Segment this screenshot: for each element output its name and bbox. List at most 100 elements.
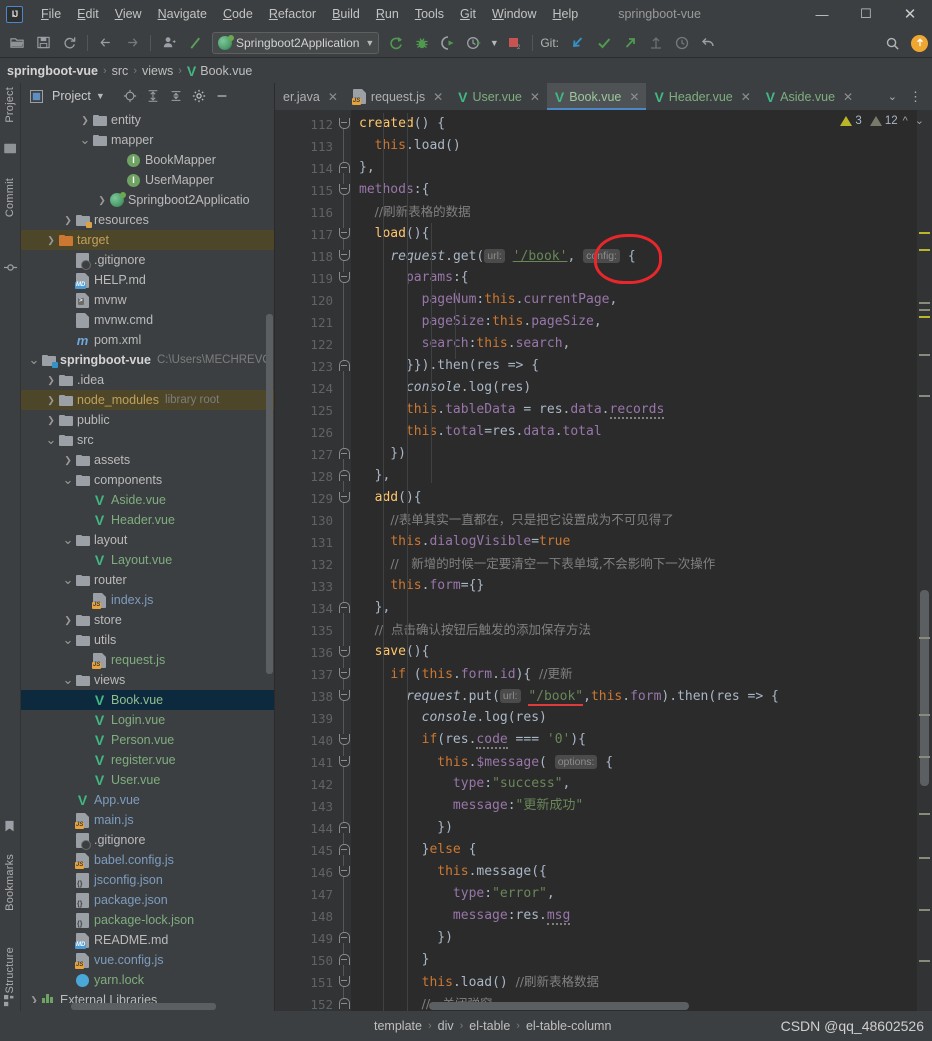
tree-node-app-vue[interactable]: V App.vue — [21, 790, 274, 810]
fold-cell[interactable] — [337, 223, 351, 245]
chevron-right-icon[interactable]: ❯ — [79, 115, 91, 126]
close-tab-icon[interactable]: ✕ — [741, 90, 751, 104]
fold-cell[interactable] — [337, 487, 351, 509]
fold-region-end-icon[interactable] — [338, 998, 350, 1009]
chevron-right-icon[interactable]: ❯ — [62, 615, 74, 626]
fold-cell[interactable] — [337, 927, 351, 949]
line-number[interactable]: 142 — [275, 773, 337, 795]
menu-item-navigate[interactable]: Navigate — [150, 4, 215, 24]
tree-node-jsconfig-json[interactable]: jsconfig.json — [21, 870, 274, 890]
fold-region-start-icon[interactable] — [338, 184, 350, 195]
stop-icon[interactable]: 2 — [502, 31, 526, 55]
chevron-right-icon[interactable]: ❯ — [45, 415, 57, 426]
line-number[interactable]: 133 — [275, 575, 337, 597]
editor-tab-aside-vue[interactable]: V Aside.vue ✕ — [758, 83, 860, 110]
tree-node-package-json[interactable]: package.json — [21, 890, 274, 910]
fold-region-start-icon[interactable] — [338, 976, 350, 987]
close-button[interactable]: ✕ — [888, 0, 932, 28]
profile-icon[interactable] — [157, 31, 181, 55]
code-folding-column[interactable] — [337, 110, 351, 1011]
chevron-down-icon-run[interactable]: ▼ — [488, 31, 500, 55]
tree-node-main-js[interactable]: JS main.js — [21, 810, 274, 830]
user-avatar-icon[interactable] — [911, 34, 928, 52]
element-crumb-el-table-column[interactable]: el-table-column — [526, 1019, 611, 1033]
run-with-coverage-icon[interactable] — [436, 31, 460, 55]
fold-cell[interactable] — [337, 157, 351, 179]
fold-region-start-icon[interactable] — [338, 690, 350, 701]
line-number[interactable]: 146 — [275, 861, 337, 883]
fold-cell[interactable] — [337, 751, 351, 773]
menu-item-help[interactable]: Help — [544, 4, 586, 24]
tree-node-public[interactable]: ❯ public — [21, 410, 274, 430]
fold-cell[interactable] — [337, 113, 351, 135]
element-crumb-template[interactable]: template — [374, 1019, 422, 1033]
open-folder-icon[interactable] — [5, 31, 29, 55]
update-project-icon[interactable] — [566, 31, 590, 55]
line-number[interactable]: 136 — [275, 641, 337, 663]
close-tab-icon[interactable]: ✕ — [328, 90, 338, 104]
tree-node-register-vue[interactable]: Vregister.vue — [21, 750, 274, 770]
line-number[interactable]: 124 — [275, 377, 337, 399]
project-tree[interactable]: ❯ entity ⌄ mapper I BookMapper I UserMapper ❯ Spr… — [21, 109, 274, 1003]
fold-region-end-icon[interactable] — [338, 602, 350, 613]
tree-node-store[interactable]: ❯ store — [21, 610, 274, 630]
tree-node-login-vue[interactable]: V Login.vue — [21, 710, 274, 730]
menu-item-run[interactable]: Run — [368, 4, 407, 24]
tool-window-project[interactable]: Project — [4, 87, 16, 123]
source-code[interactable]: created() { this.load() }, methods:{ //刷… — [351, 110, 917, 1011]
line-number[interactable]: 144 — [275, 817, 337, 839]
fold-cell[interactable] — [337, 245, 351, 267]
fold-region-start-icon[interactable] — [338, 756, 350, 767]
line-number[interactable]: 138 — [275, 685, 337, 707]
line-number[interactable]: 140 — [275, 729, 337, 751]
tree-node-resources[interactable]: ❯ resources — [21, 210, 274, 230]
line-number[interactable]: 113 — [275, 135, 337, 157]
chevron-down-icon[interactable]: ⌄ — [62, 473, 74, 486]
fold-cell[interactable] — [337, 839, 351, 861]
line-number[interactable]: 151 — [275, 971, 337, 993]
line-number[interactable]: 114 — [275, 157, 337, 179]
element-crumb-div[interactable]: div — [438, 1019, 454, 1033]
fold-cell[interactable] — [337, 443, 351, 465]
fold-cell[interactable] — [337, 685, 351, 707]
settings-gear-icon[interactable] — [189, 86, 210, 107]
tree-node-external-libraries[interactable]: ❯ External Libraries — [21, 990, 274, 1003]
chevron-down-icon[interactable]: ⌄ — [62, 633, 74, 646]
breadcrumb-project[interactable]: springboot-vue — [7, 64, 98, 78]
hide-minus-icon[interactable] — [212, 86, 233, 107]
expand-icon[interactable] — [166, 86, 187, 107]
tree-node-views[interactable]: ⌄ views — [21, 670, 274, 690]
tool-window-bookmarks[interactable]: Bookmarks — [4, 854, 16, 911]
menu-item-git[interactable]: Git — [452, 4, 484, 24]
line-number[interactable]: 117 — [275, 223, 337, 245]
fold-region-end-icon[interactable] — [338, 470, 350, 481]
tree-node-entity[interactable]: ❯ entity — [21, 110, 274, 130]
line-number[interactable]: 132 — [275, 553, 337, 575]
chevron-down-icon[interactable]: ⌄ — [62, 573, 74, 586]
line-number[interactable]: 143 — [275, 795, 337, 817]
line-number[interactable]: 115 — [275, 179, 337, 201]
fold-region-end-icon[interactable] — [338, 844, 350, 855]
search-everywhere-icon[interactable] — [880, 31, 904, 55]
chevron-down-icon[interactable]: ⌄ — [45, 433, 57, 446]
line-number[interactable]: 119 — [275, 267, 337, 289]
menu-item-edit[interactable]: Edit — [69, 4, 107, 24]
menu-item-build[interactable]: Build — [324, 4, 368, 24]
chevron-right-icon[interactable]: ❯ — [28, 995, 40, 1004]
collapse-all-icon[interactable] — [143, 86, 164, 107]
fold-cell[interactable] — [337, 597, 351, 619]
tree-node-index-js[interactable]: JS index.js — [21, 590, 274, 610]
fold-region-end-icon[interactable] — [338, 162, 350, 173]
tree-node-mapper[interactable]: ⌄ mapper — [21, 130, 274, 150]
tree-node-request-js[interactable]: JS request.js — [21, 650, 274, 670]
inspection-status-widget[interactable]: 3 12 ^ ⌄ — [840, 114, 926, 127]
fold-cell[interactable] — [337, 729, 351, 751]
more-vertical-icon[interactable]: ⋮ — [903, 90, 928, 103]
tree-node-components[interactable]: ⌄ components — [21, 470, 274, 490]
line-number[interactable]: 112 — [275, 113, 337, 135]
line-number[interactable]: 125 — [275, 399, 337, 421]
save-all-icon[interactable] — [31, 31, 55, 55]
fold-region-start-icon[interactable] — [338, 646, 350, 657]
element-crumb-el-table[interactable]: el-table — [469, 1019, 510, 1033]
fold-cell[interactable] — [337, 971, 351, 993]
